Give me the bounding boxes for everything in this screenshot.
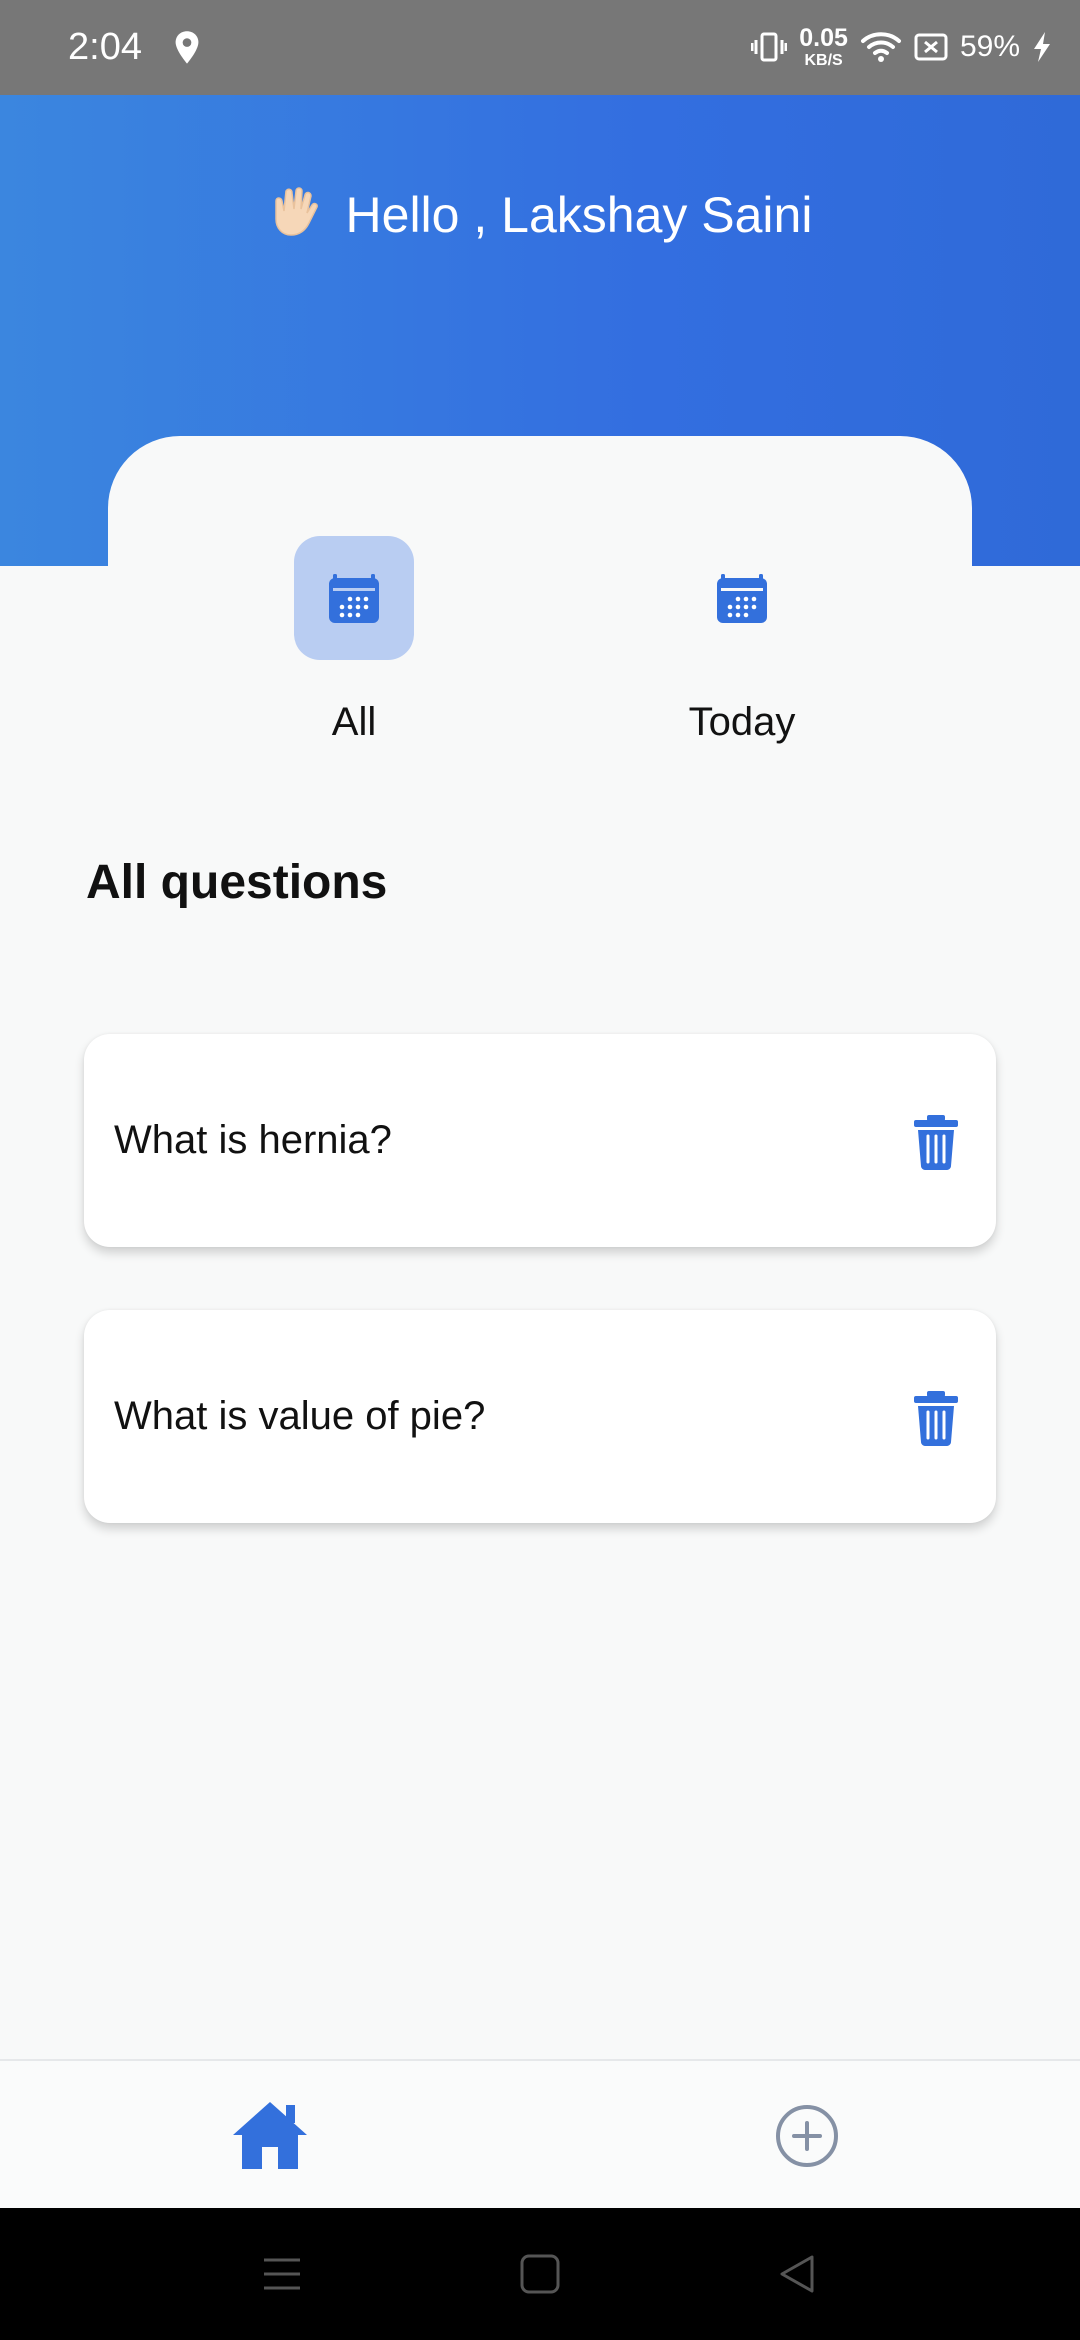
- filter-today-icon-box: [682, 536, 802, 660]
- calendar-icon: [717, 574, 767, 623]
- filter-all[interactable]: All: [254, 536, 454, 746]
- filter-all-icon-box: [294, 536, 414, 660]
- status-time: 2:04: [68, 26, 142, 68]
- charging-icon: [1034, 32, 1050, 62]
- greeting-text: Hello , Lakshay Saini: [345, 187, 813, 243]
- net-speed: 0.05 KB/S: [799, 23, 848, 69]
- home-square-icon[interactable]: [518, 2252, 562, 2296]
- filter-today[interactable]: Today: [642, 536, 842, 746]
- battery-percent: 59%: [959, 30, 1020, 63]
- question-card[interactable]: What is value of pie?: [84, 1310, 996, 1523]
- trash-icon[interactable]: [912, 1390, 960, 1446]
- bottom-nav: [0, 2059, 1080, 2209]
- filter-panel: All Today: [108, 436, 972, 836]
- calendar-icon: [329, 574, 379, 623]
- back-icon[interactable]: [776, 2252, 820, 2296]
- net-speed-value: 0.05: [799, 23, 848, 52]
- vibrate-icon: [751, 32, 788, 62]
- section-title: All questions: [86, 856, 388, 909]
- add-circle-icon[interactable]: [774, 2103, 840, 2169]
- location-icon: [175, 31, 199, 64]
- net-speed-unit: KB/S: [804, 51, 843, 69]
- filter-all-label: All: [331, 700, 377, 744]
- waving-hand-icon: [274, 187, 318, 236]
- screen: 2:04 0.05 KB/S 59% Hello , Lakshay Saini…: [0, 0, 1080, 2340]
- filter-today-label: Today: [688, 700, 796, 744]
- system-nav: [0, 2208, 1080, 2340]
- question-text: What is value of pie?: [114, 1394, 486, 1438]
- battery-saver-icon: [914, 33, 948, 61]
- question-card[interactable]: What is hernia?: [84, 1034, 996, 1247]
- question-text: What is hernia?: [114, 1118, 392, 1162]
- wifi-icon: [860, 32, 901, 62]
- home-icon[interactable]: [230, 2099, 310, 2171]
- status-bar: 2:04 0.05 KB/S 59%: [0, 0, 1080, 95]
- status-right-group: 0.05 KB/S 59%: [751, 22, 1052, 72]
- greeting: Hello , Lakshay Saini: [0, 185, 1080, 245]
- trash-icon[interactable]: [912, 1114, 960, 1170]
- menu-icon[interactable]: [260, 2252, 304, 2296]
